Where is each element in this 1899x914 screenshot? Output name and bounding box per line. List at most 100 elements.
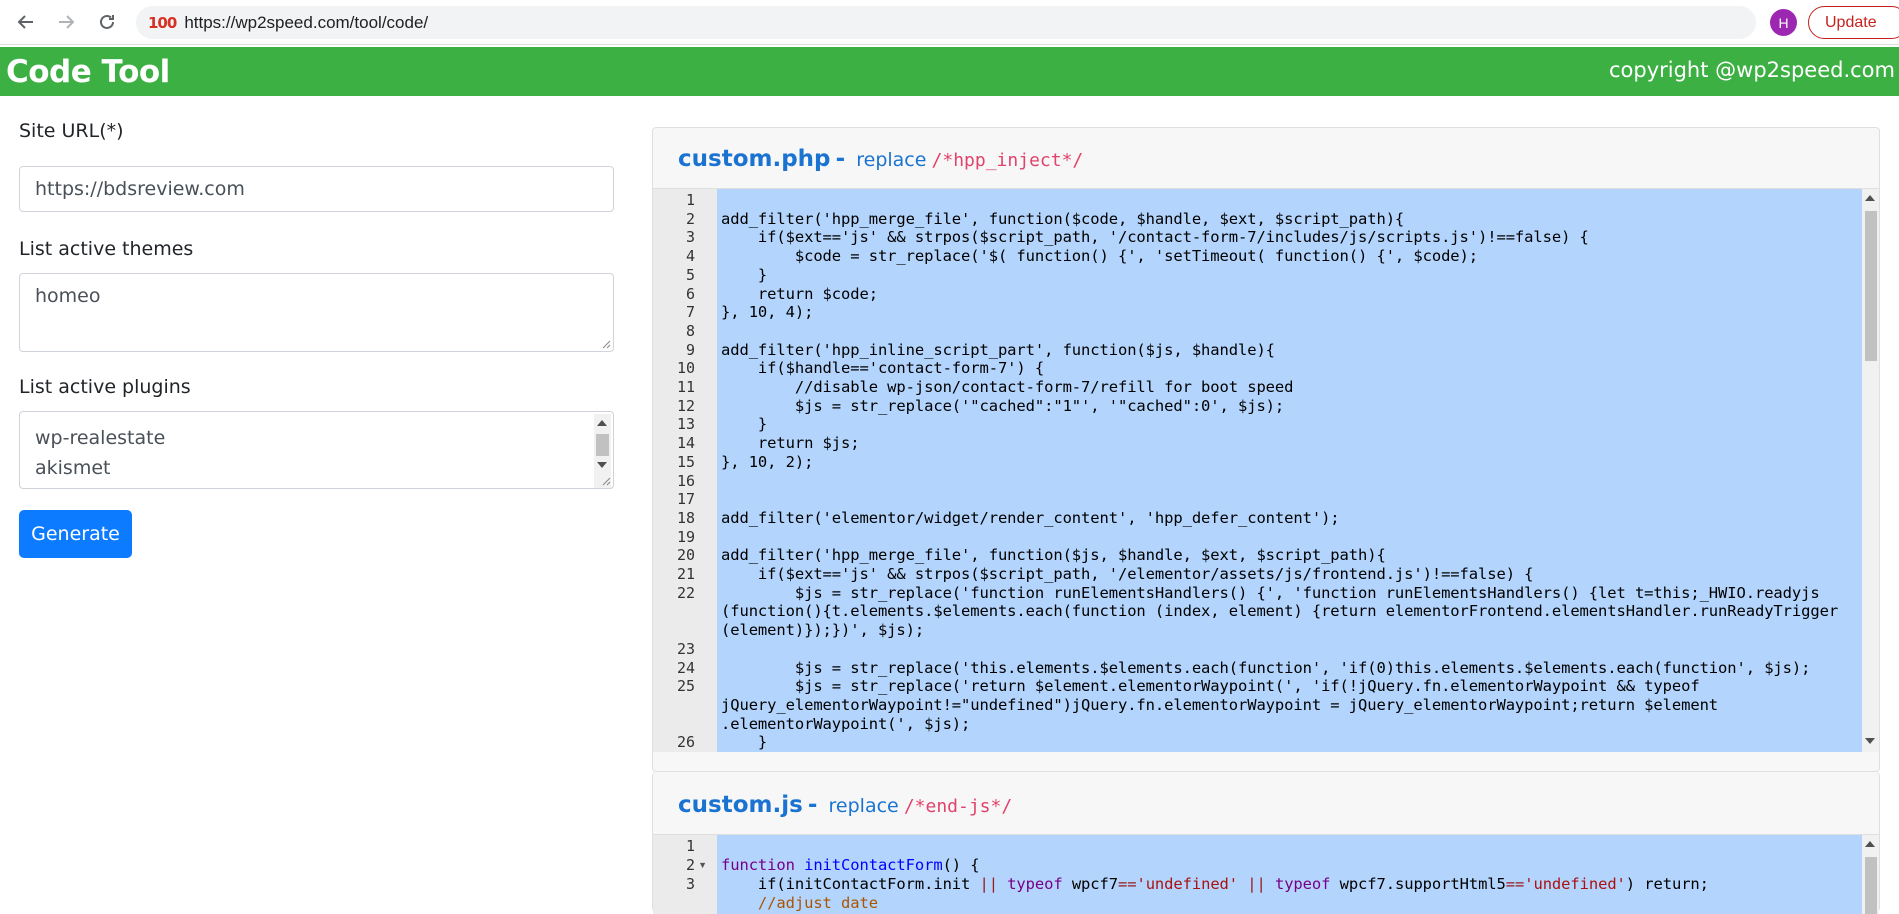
line-number: 19 bbox=[676, 527, 695, 546]
site-url-label: Site URL(*) bbox=[19, 120, 124, 142]
resize-grip-icon[interactable] bbox=[601, 476, 611, 486]
line-number: 7 bbox=[685, 303, 695, 322]
line-number: 6 bbox=[685, 284, 695, 303]
address-bar[interactable]: 100 https://wp2speed.com/tool/code/ bbox=[136, 6, 1756, 39]
line-number: 17 bbox=[676, 490, 695, 509]
scroll-thumb[interactable] bbox=[596, 434, 609, 456]
line-number: 23 bbox=[676, 639, 695, 658]
code-line: function initContactForm() { bbox=[721, 856, 980, 874]
code-line: } bbox=[721, 415, 768, 434]
code-line: if(initContactForm.init || typeof wpcf7=… bbox=[721, 875, 1709, 893]
code-line: } bbox=[721, 265, 768, 284]
card-dash: - bbox=[807, 792, 818, 818]
code-line: } bbox=[721, 733, 768, 752]
code-line: (element)});})', $js); bbox=[721, 621, 925, 640]
scroll-thumb[interactable] bbox=[1865, 857, 1877, 914]
card-dash: - bbox=[835, 146, 846, 172]
card-filename: custom.php bbox=[678, 146, 831, 172]
line-number: 4 bbox=[685, 247, 695, 266]
scroll-up-arrow-icon[interactable] bbox=[1865, 841, 1875, 847]
browser-toolbar: 100 https://wp2speed.com/tool/code/ H Up… bbox=[0, 0, 1899, 45]
address-url: https://wp2speed.com/tool/code/ bbox=[184, 12, 429, 32]
profile-avatar[interactable]: H bbox=[1770, 9, 1797, 36]
plugins-label: List active plugins bbox=[19, 376, 191, 398]
code-line: add_filter('elementor/widget/render_cont… bbox=[721, 508, 1340, 527]
custom-js-card: custom.js - replace /*end-js*/ 1 2 ▼ 3 f… bbox=[652, 772, 1880, 914]
line-number: 3 bbox=[685, 875, 695, 893]
code-line: add_filter('hpp_merge_file', function($j… bbox=[721, 546, 1386, 565]
line-number: 9 bbox=[685, 340, 695, 359]
scroll-up-arrow-icon[interactable] bbox=[1865, 195, 1875, 201]
code-line: $code = str_replace('$( function() {', '… bbox=[721, 247, 1479, 266]
scroll-thumb[interactable] bbox=[1865, 211, 1877, 361]
line-number: 24 bbox=[676, 658, 695, 677]
line-number: 25 bbox=[676, 677, 695, 696]
php-code-editor[interactable]: 1 2 3 4 5 6 7 8 9 10 11 12 13 14 15 16 17 18 19 20 21 22 23 24 2… bbox=[653, 188, 1879, 752]
line-number-gutter: 1 2 3 4 5 6 7 8 9 10 11 12 13 14 15 16 17 18 19 20 21 22 23 24 2… bbox=[653, 189, 717, 752]
code-selection[interactable]: function initContactForm() { if(initCont… bbox=[717, 835, 1862, 914]
code-line: $js = str_replace('return $element.eleme… bbox=[721, 677, 1700, 696]
code-line: //disable wp-json/contact-form-7/refill … bbox=[721, 378, 1294, 396]
line-number: 1 bbox=[685, 837, 695, 855]
line-number: 16 bbox=[676, 471, 695, 490]
code-line: jQuery_elementorWaypoint!="undefined")jQ… bbox=[721, 695, 1719, 714]
generate-button[interactable]: Generate bbox=[19, 510, 132, 558]
update-label: Update bbox=[1825, 13, 1877, 31]
code-line: add_filter('hpp_merge_file', function($c… bbox=[721, 209, 1405, 228]
line-number: 5 bbox=[685, 265, 695, 284]
line-number: 1 bbox=[685, 191, 695, 209]
forward-arrow-icon[interactable] bbox=[54, 10, 78, 34]
code-line: }, 10, 2); bbox=[721, 452, 814, 471]
copyright-text: copyright @wp2speed.com bbox=[1608, 58, 1895, 82]
fold-arrow-icon[interactable]: ▼ bbox=[698, 860, 707, 870]
code-line: $js = str_replace('"cached":"1"', '"cach… bbox=[721, 396, 1285, 415]
editor-scrollbar[interactable] bbox=[1862, 835, 1879, 914]
replace-label: replace bbox=[828, 795, 899, 817]
code-line: if($ext=='js' && strpos($script_path, '/… bbox=[721, 565, 1534, 583]
line-number: 15 bbox=[676, 452, 695, 471]
code-line: (function(){t.elements.$elements.each(fu… bbox=[721, 602, 1839, 621]
line-number: 12 bbox=[676, 396, 695, 415]
site-url-value: https://bdsreview.com bbox=[35, 178, 245, 200]
code-line: //adjust date bbox=[721, 894, 878, 912]
line-number: 8 bbox=[685, 321, 695, 340]
code-line: if($handle=='contact-form-7') { bbox=[721, 359, 1045, 378]
custom-php-card: custom.php - replace /*hpp_inject*/ 1234… bbox=[652, 127, 1880, 772]
editor-scrollbar[interactable] bbox=[1862, 189, 1879, 752]
code-line: $js = str_replace('this.elements.$elemen… bbox=[721, 658, 1811, 677]
site-url-input[interactable]: https://bdsreview.com bbox=[19, 166, 614, 212]
line-number: 3 bbox=[685, 228, 695, 247]
card-filename: custom.js bbox=[678, 792, 803, 818]
line-number-gutter: 1 2 ▼ 3 bbox=[653, 835, 717, 914]
plugins-textarea[interactable]: wp-realestate akismet bbox=[19, 411, 614, 489]
scroll-up-arrow-icon[interactable] bbox=[597, 420, 607, 426]
line-number: 21 bbox=[676, 565, 695, 583]
plugin-line: wp-realestate bbox=[35, 427, 166, 449]
scroll-down-arrow-icon[interactable] bbox=[597, 462, 607, 468]
themes-label: List active themes bbox=[19, 238, 194, 260]
reload-icon[interactable] bbox=[95, 10, 119, 34]
line-number: 14 bbox=[676, 434, 695, 453]
kebab-menu-icon[interactable]: ⋮ bbox=[1895, 12, 1899, 33]
back-arrow-icon[interactable] bbox=[14, 10, 38, 34]
code-line: return $js; bbox=[721, 434, 860, 453]
update-button[interactable]: Update ⋮ bbox=[1808, 6, 1899, 39]
inject-marker: /*end-js*/ bbox=[903, 796, 1013, 817]
line-number: 18 bbox=[676, 508, 695, 527]
inject-marker: /*hpp_inject*/ bbox=[931, 150, 1084, 171]
resize-grip-icon[interactable] bbox=[601, 339, 611, 349]
site-header: Code Tool copyright @wp2speed.com bbox=[0, 47, 1899, 96]
line-number: 26 bbox=[676, 733, 695, 752]
replace-label: replace bbox=[856, 149, 927, 171]
plugin-line: akismet bbox=[35, 457, 111, 479]
themes-textarea[interactable]: homeo bbox=[19, 273, 614, 352]
code-line: }, 10, 4); bbox=[721, 303, 814, 322]
scroll-down-arrow-icon[interactable] bbox=[1865, 738, 1875, 744]
code-line: $js = str_replace('function runElementsH… bbox=[721, 583, 1820, 602]
line-number: 20 bbox=[676, 546, 695, 565]
card-header: custom.php - replace /*hpp_inject*/ bbox=[653, 128, 1879, 188]
code-selection[interactable]: add_filter('hpp_merge_file', function($c… bbox=[717, 189, 1862, 752]
js-code-editor[interactable]: 1 2 ▼ 3 function initContactForm() { if(… bbox=[653, 834, 1879, 914]
line-number: 22 bbox=[676, 583, 695, 602]
line-number: 2 bbox=[685, 856, 695, 874]
